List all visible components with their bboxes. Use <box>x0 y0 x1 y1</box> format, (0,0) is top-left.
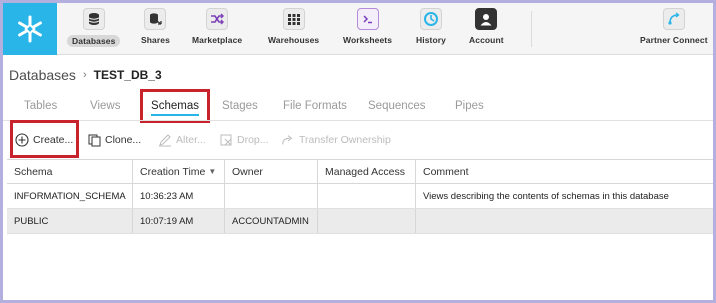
column-header-owner[interactable]: Owner <box>225 160 318 183</box>
clone-icon <box>87 133 101 147</box>
warehouse-icon <box>282 8 305 30</box>
cell-schema: INFORMATION_SCHEMA <box>7 184 133 208</box>
cell-managed-access <box>318 209 416 233</box>
drop-button[interactable]: Drop... <box>219 130 269 150</box>
sort-down-icon: ▼ <box>208 167 217 176</box>
tab-stages[interactable]: Stages <box>222 100 258 112</box>
transfer-ownership-button[interactable]: Transfer Ownership <box>281 130 391 150</box>
nav-account[interactable]: Account <box>469 8 504 52</box>
nav-label: Account <box>469 35 504 45</box>
cell-creation-time: 10:36:23 AM <box>133 184 225 208</box>
table-row[interactable]: PUBLIC 10:07:19 AM ACCOUNTADMIN <box>7 209 713 234</box>
nav-marketplace[interactable]: Marketplace <box>192 8 242 52</box>
cell-owner: ACCOUNTADMIN <box>225 209 318 233</box>
breadcrumb: Databases › TEST_DB_3 <box>9 66 162 84</box>
tabs-divider <box>3 120 713 121</box>
plus-circle-icon <box>15 133 29 147</box>
tab-tables[interactable]: Tables <box>24 100 57 112</box>
top-navigation: Databases Shares Marketplace Warehouses <box>3 3 713 55</box>
tab-sequences[interactable]: Sequences <box>368 100 426 112</box>
snowflake-icon <box>18 15 42 43</box>
cell-creation-time: 10:07:19 AM <box>133 209 225 233</box>
nav-partner-connect[interactable]: Partner Connect <box>640 8 708 52</box>
transfer-icon <box>281 133 295 147</box>
nav-history[interactable]: History <box>416 8 446 52</box>
drop-icon <box>219 133 233 147</box>
table-header-row: Schema Creation Time ▼ Owner Managed Acc… <box>7 159 713 184</box>
column-header-creation-time[interactable]: Creation Time ▼ <box>133 160 225 183</box>
column-header-managed-access[interactable]: Managed Access <box>318 160 416 183</box>
create-label: Create... <box>33 134 74 146</box>
cell-schema: PUBLIC <box>7 209 133 233</box>
partner-connect-icon <box>662 8 685 30</box>
table-empty-area <box>7 235 713 300</box>
drop-label: Drop... <box>237 134 269 146</box>
cell-owner <box>225 184 318 208</box>
terminal-icon <box>356 8 379 30</box>
nav-label: History <box>416 35 446 45</box>
breadcrumb-current: TEST_DB_3 <box>93 68 162 82</box>
breadcrumb-separator: › <box>82 69 87 81</box>
nav-warehouses[interactable]: Warehouses <box>268 8 319 52</box>
history-icon <box>420 8 442 30</box>
app-window: Databases Shares Marketplace Warehouses <box>3 3 713 300</box>
tab-pipes[interactable]: Pipes <box>455 100 484 112</box>
database-icon <box>82 8 105 30</box>
clone-button[interactable]: Clone... <box>87 130 141 150</box>
column-header-label: Creation Time <box>140 165 206 178</box>
column-header-schema[interactable]: Schema <box>7 160 133 183</box>
tab-label: Schemas <box>151 100 199 116</box>
cell-comment <box>416 209 713 233</box>
tab-views[interactable]: Views <box>90 100 120 112</box>
nav-label: Databases <box>67 35 121 47</box>
nav-label: Shares <box>141 35 170 45</box>
pencil-icon <box>158 133 172 147</box>
tab-file-formats[interactable]: File Formats <box>283 100 347 112</box>
transfer-label: Transfer Ownership <box>299 134 391 146</box>
cell-managed-access <box>318 184 416 208</box>
nav-divider <box>531 11 532 47</box>
breadcrumb-root[interactable]: Databases <box>9 67 76 83</box>
cell-comment: Views describing the contents of schemas… <box>423 190 669 202</box>
alter-button[interactable]: Alter... <box>158 130 206 150</box>
snowflake-logo[interactable] <box>3 3 57 55</box>
account-icon <box>475 8 498 30</box>
table-row[interactable]: INFORMATION_SCHEMA 10:36:23 AM Views des… <box>7 184 713 209</box>
marketplace-icon <box>206 8 229 30</box>
nav-shares[interactable]: Shares <box>141 8 170 52</box>
column-header-comment[interactable]: Comment <box>416 160 713 183</box>
nav-worksheets[interactable]: Worksheets <box>343 8 392 52</box>
nav-label: Partner Connect <box>640 35 708 45</box>
shares-icon <box>144 8 167 30</box>
nav-databases[interactable]: Databases <box>67 8 121 52</box>
tab-schemas[interactable]: Schemas <box>140 89 210 123</box>
create-button[interactable]: Create... <box>15 130 73 150</box>
clone-label: Clone... <box>105 134 142 146</box>
nav-label: Marketplace <box>192 35 243 45</box>
alter-label: Alter... <box>176 134 206 146</box>
nav-label: Warehouses <box>268 35 320 45</box>
nav-label: Worksheets <box>343 35 393 45</box>
